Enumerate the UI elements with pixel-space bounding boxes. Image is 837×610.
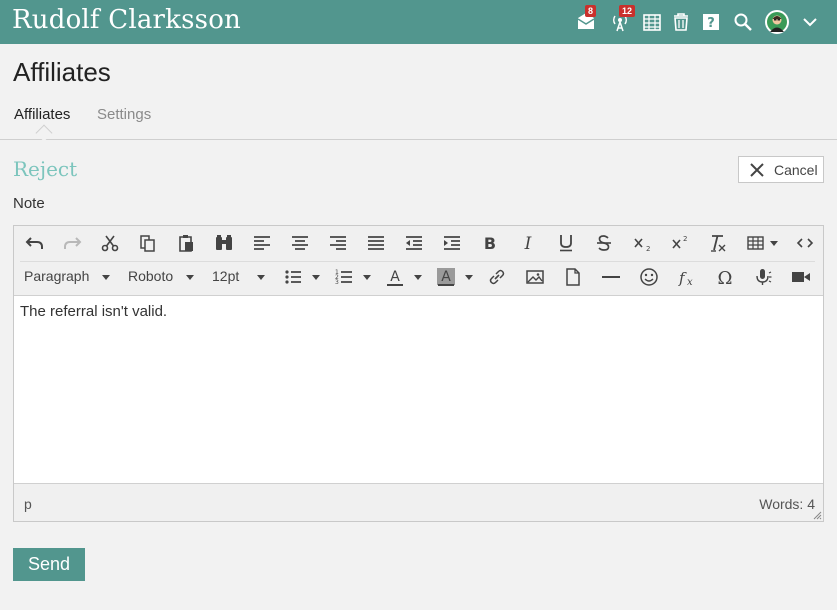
font-size-select[interactable]: 12pt bbox=[212, 268, 239, 284]
bold-icon[interactable]: B bbox=[478, 231, 502, 255]
special-character-icon[interactable]: Ω bbox=[713, 265, 737, 289]
indent-icon[interactable] bbox=[440, 231, 464, 255]
tab-bar: Affiliates Settings bbox=[0, 106, 837, 140]
messages-badge: 8 bbox=[585, 5, 597, 17]
font-size-dropdown-caret[interactable] bbox=[257, 275, 265, 280]
toolbar-divider bbox=[20, 261, 815, 262]
undo-icon[interactable] bbox=[23, 231, 47, 255]
align-right-icon[interactable] bbox=[326, 231, 350, 255]
help-icon[interactable]: ? bbox=[701, 12, 721, 32]
video-icon[interactable] bbox=[789, 265, 813, 289]
cancel-button[interactable]: Cancel bbox=[738, 156, 824, 183]
format-dropdown-caret[interactable] bbox=[102, 275, 110, 280]
text-color-dropdown-caret[interactable] bbox=[414, 275, 422, 280]
trash-icon[interactable] bbox=[671, 12, 691, 32]
send-button[interactable]: Send bbox=[13, 548, 85, 581]
editor-paragraph: The referral isn't valid. bbox=[20, 303, 168, 320]
link-icon[interactable] bbox=[485, 265, 509, 289]
source-code-icon[interactable] bbox=[793, 231, 817, 255]
svg-text:B: B bbox=[484, 234, 496, 253]
chevron-down-icon[interactable] bbox=[801, 12, 819, 32]
resize-handle-icon[interactable] bbox=[813, 511, 822, 520]
bullet-list-icon[interactable] bbox=[281, 265, 305, 289]
svg-text:I: I bbox=[524, 234, 532, 254]
svg-text:f: f bbox=[678, 269, 687, 287]
close-icon bbox=[750, 163, 764, 177]
editor-statusbar: p Words: 4 bbox=[14, 483, 823, 521]
numbered-list-dropdown-caret[interactable] bbox=[363, 275, 371, 280]
horizontal-rule-icon[interactable] bbox=[599, 265, 623, 289]
svg-text:?: ? bbox=[707, 16, 715, 31]
svg-text:A: A bbox=[441, 269, 451, 285]
find-replace-icon[interactable] bbox=[212, 231, 236, 255]
user-name-title: Rudolf Clarksson bbox=[12, 5, 241, 35]
numbered-list-icon[interactable]: 123 bbox=[332, 265, 356, 289]
superscript-icon[interactable]: 2 bbox=[668, 231, 692, 255]
italic-icon[interactable]: I bbox=[516, 231, 540, 255]
strikethrough-icon[interactable] bbox=[592, 231, 616, 255]
tab-settings[interactable]: Settings bbox=[97, 106, 151, 123]
image-icon[interactable] bbox=[523, 265, 547, 289]
rich-text-editor: B I 2 2 Paragraph Roboto 12pt 1 2 3 A A … bbox=[13, 225, 824, 522]
font-family-dropdown-caret[interactable] bbox=[186, 275, 194, 280]
svg-text:A: A bbox=[390, 269, 400, 285]
emoticon-icon[interactable] bbox=[637, 265, 661, 289]
align-center-icon[interactable] bbox=[288, 231, 312, 255]
cancel-button-label: Cancel bbox=[774, 162, 818, 178]
formula-icon[interactable]: fx bbox=[675, 265, 699, 289]
svg-text:3: 3 bbox=[335, 279, 339, 286]
clear-formatting-icon[interactable] bbox=[706, 231, 730, 255]
page-title: Affiliates bbox=[13, 57, 111, 87]
outdent-icon[interactable] bbox=[402, 231, 426, 255]
copy-icon[interactable] bbox=[136, 231, 160, 255]
redo-icon[interactable] bbox=[60, 231, 84, 255]
svg-text:2: 2 bbox=[683, 235, 687, 243]
align-left-icon[interactable] bbox=[250, 231, 274, 255]
avatar[interactable] bbox=[765, 10, 789, 34]
format-select[interactable]: Paragraph bbox=[24, 268, 89, 284]
envelope-icon[interactable]: 8 bbox=[576, 5, 597, 32]
search-icon[interactable] bbox=[733, 12, 753, 32]
svg-text:Ω: Ω bbox=[718, 268, 733, 289]
top-bar: Rudolf Clarksson 8 12 ? bbox=[0, 0, 837, 44]
align-justify-icon[interactable] bbox=[364, 231, 388, 255]
underline-icon[interactable] bbox=[554, 231, 578, 255]
cut-icon[interactable] bbox=[98, 231, 122, 255]
element-path[interactable]: p bbox=[24, 496, 32, 512]
editor-toolbar: B I 2 2 Paragraph Roboto 12pt 1 2 3 A A … bbox=[14, 226, 823, 296]
subscript-icon[interactable]: 2 bbox=[630, 231, 654, 255]
word-count: Words: 4 bbox=[759, 496, 815, 512]
svg-text:x: x bbox=[687, 277, 693, 288]
table-dropdown-caret[interactable] bbox=[770, 241, 778, 246]
microphone-icon[interactable] bbox=[751, 265, 775, 289]
svg-text:2: 2 bbox=[646, 245, 650, 253]
section-title: Reject bbox=[13, 157, 78, 181]
table-icon[interactable] bbox=[745, 231, 769, 255]
font-family-select[interactable]: Roboto bbox=[128, 268, 173, 284]
editor-content[interactable]: The referral isn't valid. bbox=[14, 297, 823, 483]
background-color-icon[interactable]: A bbox=[434, 265, 458, 289]
bullet-list-dropdown-caret[interactable] bbox=[312, 275, 320, 280]
paste-icon[interactable] bbox=[174, 231, 198, 255]
background-color-dropdown-caret[interactable] bbox=[465, 275, 473, 280]
document-icon[interactable] bbox=[561, 265, 585, 289]
text-color-icon[interactable]: A bbox=[383, 265, 407, 289]
note-label: Note bbox=[13, 195, 45, 212]
broadcast-icon[interactable]: 12 bbox=[610, 5, 636, 32]
tab-affiliates[interactable]: Affiliates bbox=[14, 106, 70, 123]
calendar-icon[interactable] bbox=[642, 12, 662, 32]
notifications-badge: 12 bbox=[619, 5, 636, 17]
